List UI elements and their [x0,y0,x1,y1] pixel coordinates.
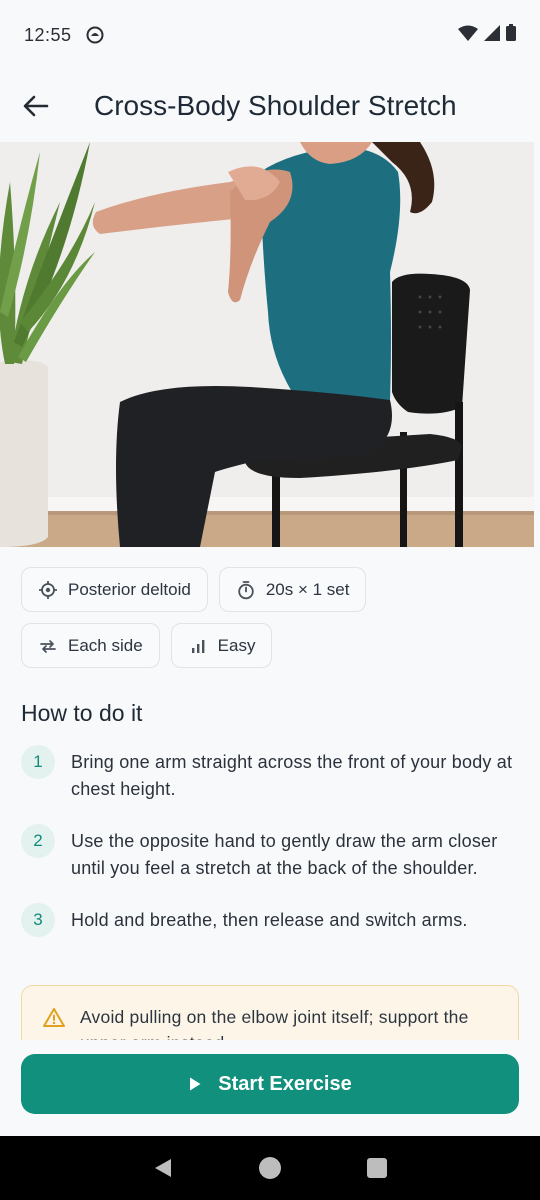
chip-label: 20s × 1 set [265,579,350,599]
bar-chart-icon [188,636,208,656]
step-number: 1 [21,745,55,779]
battery-icon [506,24,516,46]
step-text: Use the opposite hand to gently draw the… [71,831,498,878]
step-number: 3 [21,903,55,937]
start-exercise-label: Start Exercise [218,1072,352,1095]
list-item: 2 Use the opposite hand to gently draw t… [21,824,521,881]
status-time: 12:55 [24,24,72,45]
nav-home-button[interactable] [250,1148,290,1188]
step-text: Bring one arm straight across the front … [71,752,513,799]
play-icon [188,1076,202,1092]
exercise-image [0,142,534,547]
status-icons [458,24,516,46]
app-notification-icon [86,26,104,44]
chip-label: Easy [217,635,256,655]
chip-difficulty[interactable]: Easy [170,623,273,668]
triangle-back-icon [155,1159,172,1177]
warning-triangle-icon [42,1006,66,1030]
swap-arrows-icon [38,636,58,656]
wifi-icon [458,25,478,46]
chip-label: Each side [68,635,143,655]
page-title: Cross-Body Shoulder Stretch [94,90,457,121]
square-recents-icon [366,1158,387,1178]
instruction-steps: 1 Bring one arm straight across the fron… [21,745,521,959]
back-button[interactable] [0,70,72,142]
exercise-illustration [0,142,534,547]
app-header: Cross-Body Shoulder Stretch [0,70,540,142]
chip-target-muscle[interactable]: Posterior deltoid [21,567,208,612]
exercise-info-chips: Posterior deltoid 20s × 1 set Each side … [21,567,521,679]
arrow-left-icon [23,95,49,117]
status-bar: 12:55 [0,0,540,70]
timer-icon [236,580,256,600]
circle-home-icon [258,1157,281,1179]
nav-back-button[interactable] [143,1148,183,1188]
chip-label: Posterior deltoid [68,579,191,599]
chip-side[interactable]: Each side [21,623,160,668]
start-exercise-button[interactable]: Start Exercise [21,1054,519,1114]
step-number: 2 [21,824,55,858]
section-title-how-to: How to do it [21,700,143,726]
target-icon [38,580,58,600]
list-item: 1 Bring one arm straight across the fron… [21,745,521,802]
step-text: Hold and breathe, then release and switc… [71,910,468,930]
nav-recents-button[interactable] [357,1148,397,1188]
chip-duration[interactable]: 20s × 1 set [218,567,367,612]
bottom-action-bar: Start Exercise [0,1040,540,1136]
cellular-signal-icon [484,24,500,46]
list-item: 3 Hold and breathe, then release and swi… [21,903,521,937]
system-navigation-bar [0,1136,540,1200]
